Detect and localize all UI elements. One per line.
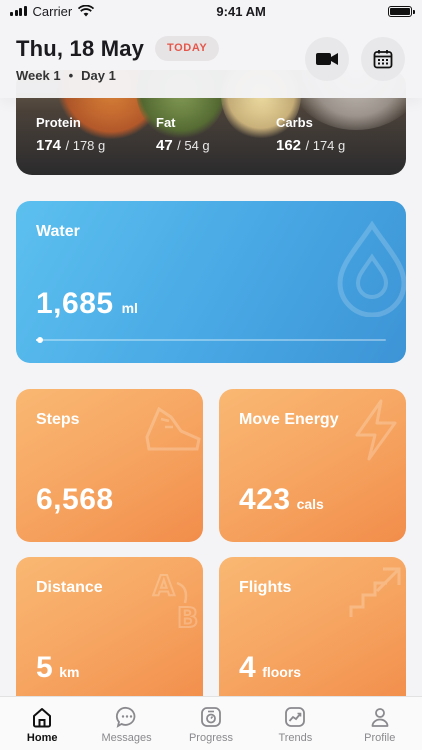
stairs-icon [349, 567, 401, 617]
macro-goal: / 54 g [177, 138, 210, 153]
tab-label: Home [26, 732, 58, 744]
signal-icon [10, 6, 27, 16]
water-title: Water [36, 223, 80, 240]
video-camera-icon [316, 53, 338, 65]
macro-carbs: Carbs 162 / 174 g [276, 115, 386, 155]
macro-label: Carbs [276, 115, 313, 130]
water-progress-handle [36, 337, 43, 343]
macro-fat: Fat 47 / 54 g [156, 115, 266, 155]
water-progress-bar [36, 337, 386, 343]
wifi-icon [78, 5, 95, 17]
macros-row: Protein 174 / 178 g Fat 47 / 54 g Carbs … [36, 115, 386, 155]
page-title: Thu, 18 May [16, 36, 145, 61]
flights-unit: floors [262, 664, 302, 680]
move-energy-value: 423 [239, 483, 291, 516]
flights-title: Flights [239, 579, 292, 596]
tab-messages[interactable]: Messages [85, 705, 169, 744]
tab-label: Trends [278, 732, 313, 744]
header: Carrier 9:41 AM Thu, 18 May TODAY Week 1… [0, 0, 422, 98]
macro-goal: / 174 g [305, 138, 346, 153]
day-label: Day 1 [81, 68, 116, 83]
macro-value: 174 [36, 137, 62, 154]
shoe-icon [145, 406, 201, 451]
steps-value: 6,568 [36, 483, 114, 516]
tab-home[interactable]: Home [0, 705, 84, 744]
tab-label: Messages [101, 732, 152, 744]
macro-protein: Protein 174 / 178 g [36, 115, 146, 155]
progress-icon [201, 707, 221, 727]
move-energy-unit: cals [296, 496, 324, 512]
macro-value: 162 [276, 137, 302, 154]
macro-value: 47 [156, 137, 173, 154]
steps-title: Steps [36, 411, 80, 428]
calendar-button[interactable] [361, 37, 405, 81]
separator-dot: • [68, 68, 74, 83]
macro-label: Fat [156, 115, 176, 130]
distance-title: Distance [36, 579, 103, 596]
svg-text:A: A [153, 569, 175, 602]
water-unit: ml [121, 300, 138, 316]
move-energy-title: Move Energy [239, 411, 339, 428]
status-bar: Carrier 9:41 AM [0, 0, 422, 22]
a-to-b-icon: A B [152, 568, 199, 631]
profile-icon [371, 708, 389, 727]
flights-value: 4 [239, 651, 257, 684]
messages-icon [115, 706, 135, 728]
tab-bar: Home Messages Progress Trends Profile [0, 696, 422, 750]
tab-label: Progress [188, 732, 233, 744]
steps-card[interactable]: Steps 6,568 [16, 389, 203, 542]
water-card[interactable]: Water 1,685 ml [16, 201, 406, 363]
distance-value: 5 [36, 651, 54, 684]
water-amount: 1,685 ml [36, 287, 138, 321]
macro-label: Protein [36, 115, 81, 130]
water-value: 1,685 [36, 287, 114, 320]
home-icon [33, 708, 52, 728]
status-time: 9:41 AM [216, 3, 266, 19]
week-label: Week 1 [16, 68, 61, 83]
carrier-label: Carrier [32, 3, 73, 19]
tab-label: Profile [364, 732, 396, 744]
week-day-label: Week 1 • Day 1 [16, 68, 116, 83]
lightning-icon [355, 399, 397, 461]
macro-goal: / 178 g [65, 138, 106, 153]
move-energy-card[interactable]: Move Energy 423 cals [219, 389, 406, 542]
svg-text:B: B [177, 601, 198, 631]
battery-icon [387, 5, 415, 17]
distance-card[interactable]: A B Distance 5 km [16, 557, 203, 710]
tab-trends[interactable]: Trends [253, 705, 337, 744]
flights-card[interactable]: Flights 4 floors [219, 557, 406, 710]
tab-progress[interactable]: Progress [169, 705, 253, 744]
video-button[interactable] [305, 37, 349, 81]
calendar-icon [373, 50, 393, 69]
water-drop-icon [337, 221, 406, 317]
trends-icon [285, 707, 306, 727]
today-badge[interactable]: TODAY [155, 36, 220, 61]
distance-unit: km [59, 664, 80, 680]
tab-profile[interactable]: Profile [338, 705, 422, 744]
